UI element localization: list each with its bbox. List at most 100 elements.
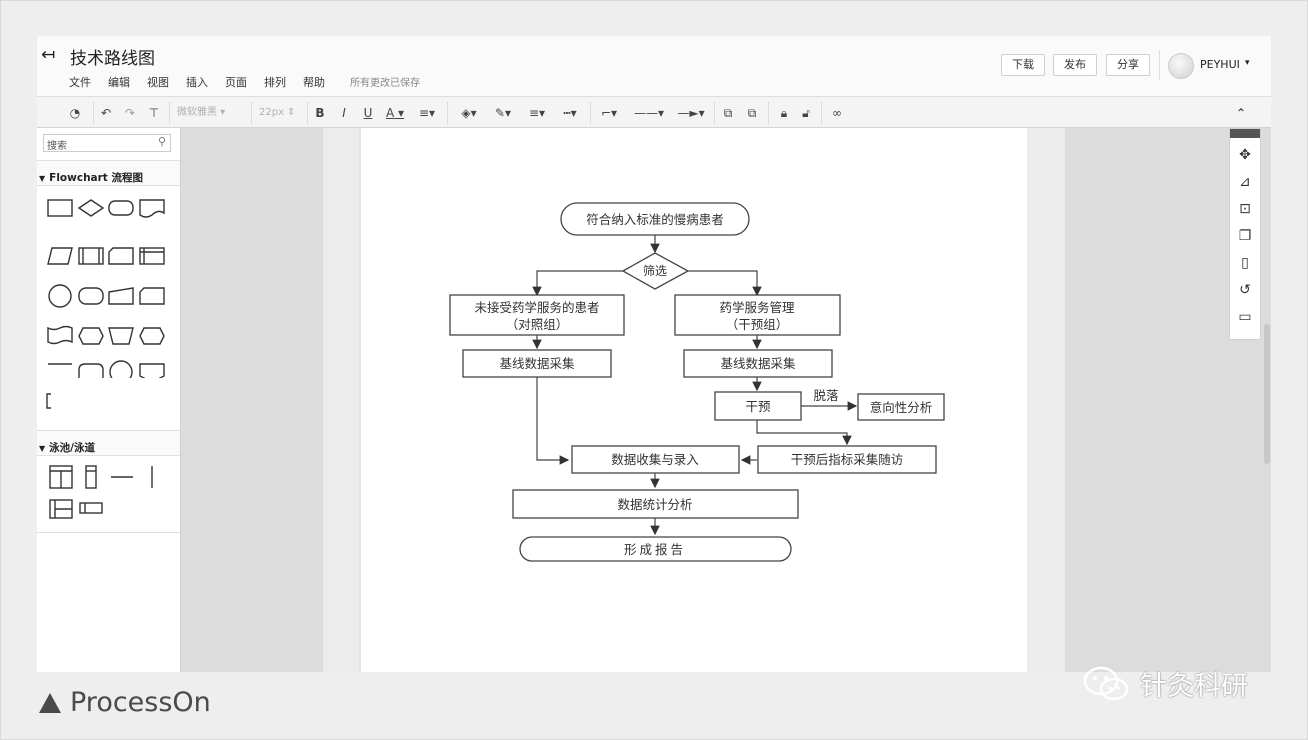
- font-color-button[interactable]: A ▾: [382, 104, 408, 122]
- save-status: 所有更改已保存: [350, 78, 420, 89]
- caret-down-icon: ▼: [39, 444, 46, 453]
- report-label: 形成报告: [624, 542, 686, 557]
- format-painter-icon[interactable]: ◔: [65, 104, 85, 122]
- preparation-shape[interactable]: [139, 327, 165, 345]
- diagram-page[interactable]: 符合纳入标准的慢病患者 筛选 未接受药学服务的患者 （对照组） 药学服务管理 （…: [361, 128, 1027, 672]
- font-family-select[interactable]: 微软雅黑 ▾: [177, 104, 245, 122]
- connector-type-icon[interactable]: ⌐▾: [595, 104, 623, 122]
- manual-operation-shape[interactable]: [108, 327, 134, 345]
- menu-edit[interactable]: 编辑: [108, 74, 130, 90]
- line-width-icon[interactable]: ≡▾: [523, 104, 551, 122]
- line-style-icon[interactable]: ┅▾: [555, 104, 585, 122]
- right-dock: ✥ ⊿ ⊡ ❐ ▯ ↺ ▭: [1229, 128, 1261, 340]
- align-icon[interactable]: ≡▾: [415, 104, 439, 122]
- comment-icon[interactable]: ▭: [1235, 307, 1255, 327]
- lane-horizontal-shape[interactable]: [79, 502, 103, 514]
- pages-icon[interactable]: ❐: [1235, 226, 1255, 246]
- arrow-intervene-to-followup[interactable]: [756, 420, 852, 446]
- statistics-label: 数据统计分析: [617, 497, 692, 512]
- arrow-decision-to-control[interactable]: [532, 270, 623, 297]
- arrow-style-select[interactable]: —►▾: [671, 104, 711, 122]
- intervene-label: 干预: [745, 399, 770, 414]
- style-icon[interactable]: ⊿: [1235, 172, 1255, 192]
- decision-label: 筛选: [643, 263, 667, 278]
- italic-button[interactable]: I: [335, 104, 353, 122]
- start-label: 符合纳入标准的慢病患者: [586, 212, 724, 227]
- link-icon[interactable]: ∞: [827, 104, 847, 122]
- user-name[interactable]: PEYHUI: [1200, 58, 1240, 71]
- data-shape[interactable]: [47, 247, 73, 265]
- line-style-select[interactable]: ——▾: [629, 104, 669, 122]
- vertical-scrollbar[interactable]: [1264, 324, 1270, 464]
- toolbar-divider: [821, 102, 822, 124]
- display-shape[interactable]: [78, 327, 104, 345]
- connector-shape[interactable]: [48, 284, 72, 308]
- arrow-baseline-to-entry[interactable]: [536, 377, 570, 465]
- lane-vertical-shape[interactable]: [85, 465, 97, 489]
- undo-icon[interactable]: ↶: [97, 104, 115, 122]
- off-page-connector-shape[interactable]: [139, 363, 165, 378]
- caret-down-icon: ▼: [39, 174, 46, 183]
- stored-data-shape[interactable]: [108, 247, 134, 265]
- flowchart-shapes[interactable]: [37, 188, 180, 378]
- avatar[interactable]: [1168, 53, 1194, 79]
- history-icon[interactable]: ↺: [1235, 280, 1255, 300]
- collapse-toolbar-icon[interactable]: ⌃: [1232, 104, 1250, 122]
- search-icon[interactable]: ⚲: [158, 135, 166, 148]
- card-shape[interactable]: [139, 287, 165, 305]
- canvas-margin-left: [181, 128, 323, 672]
- wechat-icon: [1083, 666, 1129, 701]
- user-caret-icon[interactable]: ▾: [1245, 58, 1250, 68]
- menu-insert[interactable]: 插入: [186, 74, 208, 90]
- document-title[interactable]: 技术路线图: [70, 44, 155, 69]
- redo-icon[interactable]: ↷: [121, 104, 139, 122]
- processon-logo-icon: [39, 693, 61, 713]
- dock-handle[interactable]: [1230, 129, 1260, 138]
- download-button[interactable]: 下载: [1001, 54, 1045, 76]
- on-page-connector-shape[interactable]: [109, 360, 133, 378]
- search-input[interactable]: 搜索 ⚲: [43, 134, 171, 152]
- header-divider: [1159, 50, 1160, 80]
- share-button[interactable]: 分享: [1106, 54, 1150, 76]
- publish-button[interactable]: 发布: [1053, 54, 1097, 76]
- menu-file[interactable]: 文件: [69, 74, 91, 90]
- annotation-shape[interactable]: [37, 390, 67, 414]
- paper-tape-shape[interactable]: [47, 325, 73, 345]
- menu-help[interactable]: 帮助: [303, 74, 325, 90]
- document-shape[interactable]: [139, 199, 165, 218]
- decision-shape[interactable]: [77, 199, 105, 217]
- lock-icon[interactable]: 🔒︎: [775, 104, 793, 122]
- canvas-margin-right-inner: [1027, 128, 1065, 672]
- underline-button[interactable]: U: [359, 104, 377, 122]
- unlock-icon[interactable]: 🔓︎: [797, 104, 815, 122]
- document-icon[interactable]: ▯: [1235, 253, 1255, 273]
- line-color-icon[interactable]: ✎▾: [489, 104, 517, 122]
- arrow-decision-to-intervention[interactable]: [688, 270, 762, 297]
- section-swimlane[interactable]: ▼ 泳池/泳道: [37, 430, 180, 456]
- terminator-shape[interactable]: [108, 200, 134, 216]
- sequential-data-shape[interactable]: [78, 287, 104, 305]
- send-back-icon[interactable]: ⧉: [743, 104, 761, 122]
- canvas-settings-icon[interactable]: ⊡: [1235, 199, 1255, 219]
- followup-label: 干预后指标采集随访: [791, 452, 904, 467]
- menu-arrange[interactable]: 排列: [264, 74, 286, 90]
- toolbar-divider: [307, 102, 308, 124]
- section-flowchart[interactable]: ▼ Flowchart 流程图: [37, 160, 180, 186]
- section-swimlane-label: 泳池/泳道: [49, 442, 95, 454]
- right-baseline-label: 基线数据采集: [720, 356, 796, 371]
- menu-bar: 文件 编辑 视图 插入 页面 排列 帮助 所有更改已保存: [69, 74, 437, 90]
- swimlane-shapes[interactable]: [37, 458, 180, 538]
- bold-button[interactable]: B: [311, 104, 329, 122]
- brush-icon[interactable]: ⊤: [145, 104, 163, 122]
- menu-view[interactable]: 视图: [147, 74, 169, 90]
- fill-color-icon[interactable]: ◈▾: [455, 104, 483, 122]
- loop-limit-shape[interactable]: [78, 363, 104, 378]
- back-arrow-icon[interactable]: ↤: [41, 46, 59, 64]
- navigator-icon[interactable]: ✥: [1235, 145, 1255, 165]
- font-size-select[interactable]: 22px ⇕: [259, 104, 301, 122]
- process-shape[interactable]: [47, 199, 73, 217]
- font-size-value: 22px: [259, 107, 284, 118]
- bring-front-icon[interactable]: ⧉: [719, 104, 737, 122]
- manual-input-shape[interactable]: [108, 287, 134, 305]
- menu-page[interactable]: 页面: [225, 74, 247, 90]
